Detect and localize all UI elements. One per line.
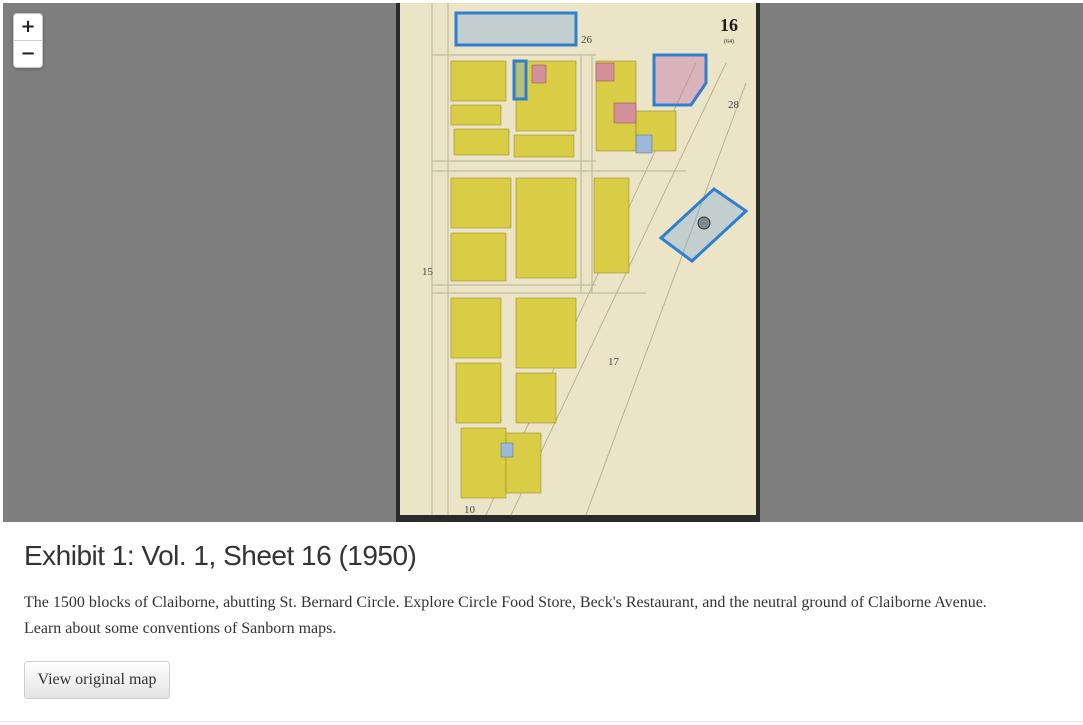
sanborn-map-sheet: 16 (64) 26 28 15 17 10 <box>396 3 760 522</box>
zoom-in-button[interactable]: + <box>14 14 42 40</box>
svg-text:16: 16 <box>720 15 738 35</box>
zoom-out-button[interactable]: − <box>14 40 42 67</box>
zoom-control: + − <box>13 13 43 68</box>
circle-monument-icon <box>697 216 711 230</box>
overlay-neutral-ground <box>454 11 578 47</box>
svg-text:15: 15 <box>422 266 434 278</box>
svg-text:28: 28 <box>728 99 740 111</box>
svg-text:10: 10 <box>464 504 476 516</box>
svg-text:(64): (64) <box>724 38 734 45</box>
exhibit-title: Exhibit 1: Vol. 1, Sheet 16 (1950) <box>24 540 417 571</box>
exhibit-description-line-2: Learn about some conventions of Sanborn … <box>24 620 337 637</box>
svg-text:17: 17 <box>608 356 620 368</box>
page-divider <box>0 721 1083 722</box>
overlay-becks-restaurant <box>512 59 528 101</box>
svg-text:26: 26 <box>581 34 593 46</box>
exhibit-description: The 1500 blocks of Claiborne, abutting S… <box>24 590 1083 642</box>
exhibit-description-line-1: The 1500 blocks of Claiborne, abutting S… <box>24 594 987 611</box>
map-viewport[interactable]: + − 16 (64) 26 28 15 17 10 <box>3 3 1083 522</box>
view-original-map-button[interactable]: View original map <box>24 661 170 699</box>
